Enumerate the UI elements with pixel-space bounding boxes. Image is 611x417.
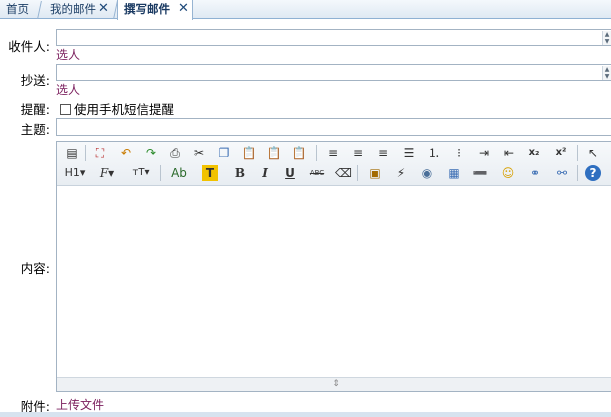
scroll-down-icon: ▼ — [604, 38, 610, 45]
heading-label: H1 — [64, 166, 80, 179]
recipient-scroll[interactable]: ▲ ▼ — [602, 31, 611, 45]
unlink-icon[interactable]: ⚯ — [554, 165, 570, 181]
paste-text-icon[interactable]: 📋 — [266, 145, 282, 161]
font-label: F — [99, 166, 109, 180]
tab-my-mail-close-icon[interactable]: ✕ — [98, 0, 109, 18]
align-left-icon[interactable]: ≡ — [325, 145, 341, 161]
strikethrough-button[interactable]: ABC — [307, 165, 327, 181]
flash-icon[interactable]: ⚡ — [393, 165, 409, 181]
highlight-button[interactable]: T — [202, 165, 218, 181]
select-icon[interactable]: ↖ — [585, 145, 601, 161]
subject-label: 主题: — [20, 122, 50, 137]
cc-scroll[interactable]: ▲ ▼ — [602, 66, 611, 80]
sms-remind-option[interactable]: 使用手机短信提醒 — [60, 99, 174, 118]
eraser-icon[interactable]: ⌫ — [335, 165, 352, 181]
remind-label: 提醒: — [20, 102, 50, 117]
subject-input[interactable] — [56, 118, 611, 136]
tab-my-mail[interactable]: 我的邮件 ✕ — [44, 0, 118, 19]
justify-icon[interactable]: ☰ — [401, 145, 417, 161]
help-icon[interactable]: ? — [585, 165, 601, 181]
editor-content-area[interactable] — [57, 186, 611, 378]
outdent-icon[interactable]: ⇤ — [501, 145, 517, 161]
superscript-icon[interactable]: x² — [553, 145, 569, 161]
tab-home-label: 首页 — [6, 2, 29, 16]
content-label: 内容: — [20, 261, 50, 276]
recipient-label: 收件人: — [8, 39, 50, 54]
undo-icon[interactable]: ↶ — [118, 145, 134, 161]
scroll-down-icon: ▼ — [604, 73, 610, 80]
table-icon[interactable]: ▦ — [446, 165, 462, 181]
ordered-list-icon[interactable]: ⒈ — [426, 145, 442, 161]
sms-remind-checkbox[interactable] — [60, 104, 71, 115]
cc-input[interactable]: ▲ ▼ — [56, 64, 611, 81]
bottom-border — [0, 412, 611, 417]
heading-dropdown[interactable]: H1▾ — [63, 165, 87, 181]
underline-button[interactable]: U — [282, 165, 298, 181]
tab-compose-mail-label: 撰写邮件 — [124, 2, 170, 16]
link-icon[interactable]: ⚭ — [527, 165, 543, 181]
redo-icon[interactable]: ↷ — [143, 145, 159, 161]
editor-toolbar: ▤ ⛶ ↶ ↷ ⎙ ✂ ❐ 📋 📋 📋 ≡ ≡ ≡ ☰ ⒈ ⁝ ⇥ ⇤ x₂ x… — [57, 142, 611, 186]
scroll-up-icon: ▲ — [604, 66, 610, 73]
sms-remind-text: 使用手机短信提醒 — [74, 102, 175, 117]
recipient-pick-link[interactable]: 选人 — [56, 46, 80, 63]
editor-resize-handle[interactable]: ⇕ — [57, 377, 611, 391]
cut-icon[interactable]: ✂ — [191, 145, 207, 161]
media-icon[interactable]: ◉ — [419, 165, 435, 181]
font-size-dropdown[interactable]: тT▾ — [129, 165, 153, 181]
unordered-list-icon[interactable]: ⁝ — [451, 145, 467, 161]
tab-home[interactable]: 首页 — [0, 0, 42, 19]
upload-file-link[interactable]: 上传文件 — [56, 396, 104, 413]
cc-pick-link[interactable]: 选人 — [56, 81, 80, 98]
paste-word-icon[interactable]: 📋 — [291, 145, 307, 161]
align-center-icon[interactable]: ≡ — [350, 145, 366, 161]
bold-button[interactable]: B — [232, 165, 248, 181]
italic-button[interactable]: I — [257, 165, 273, 181]
resize-grip-icon: ⇕ — [332, 379, 340, 389]
horizontal-rule-icon[interactable]: ➖ — [472, 165, 488, 181]
copy-icon[interactable]: ❐ — [216, 145, 232, 161]
print-icon[interactable]: ⎙ — [167, 145, 183, 161]
scroll-up-icon: ▲ — [604, 31, 610, 38]
align-right-icon[interactable]: ≡ — [375, 145, 391, 161]
source-icon[interactable]: ▤ — [64, 145, 80, 161]
indent-icon[interactable]: ⇥ — [476, 145, 492, 161]
recipient-input[interactable]: ▲ ▼ — [56, 29, 611, 46]
compose-mail-page: 首页 我的邮件 ✕ 撰写邮件 ✕ 收件人: ▲ ▼ 选人 抄送: ▲ ▼ 选人 … — [0, 0, 611, 417]
font-family-dropdown[interactable]: F▾ — [96, 165, 118, 181]
subscript-icon[interactable]: x₂ — [526, 145, 542, 161]
emoticon-icon[interactable]: ☺ — [500, 165, 516, 181]
cc-label: 抄送: — [20, 73, 50, 88]
tab-compose-mail[interactable]: 撰写邮件 ✕ — [117, 0, 193, 20]
tab-bar: 首页 我的邮件 ✕ 撰写邮件 ✕ — [0, 0, 611, 20]
tab-compose-mail-close-icon[interactable]: ✕ — [178, 0, 189, 18]
font-color-button[interactable]: Ab — [169, 165, 189, 181]
fullscreen-icon[interactable]: ⛶ — [92, 145, 108, 161]
rich-text-editor: ▤ ⛶ ↶ ↷ ⎙ ✂ ❐ 📋 📋 📋 ≡ ≡ ≡ ☰ ⒈ ⁝ ⇥ ⇤ x₂ x… — [56, 141, 611, 392]
font-size-label: тT — [132, 167, 145, 178]
paste-icon[interactable]: 📋 — [241, 145, 257, 161]
image-icon[interactable]: ▣ — [367, 165, 383, 181]
tab-my-mail-label: 我的邮件 — [50, 2, 96, 16]
